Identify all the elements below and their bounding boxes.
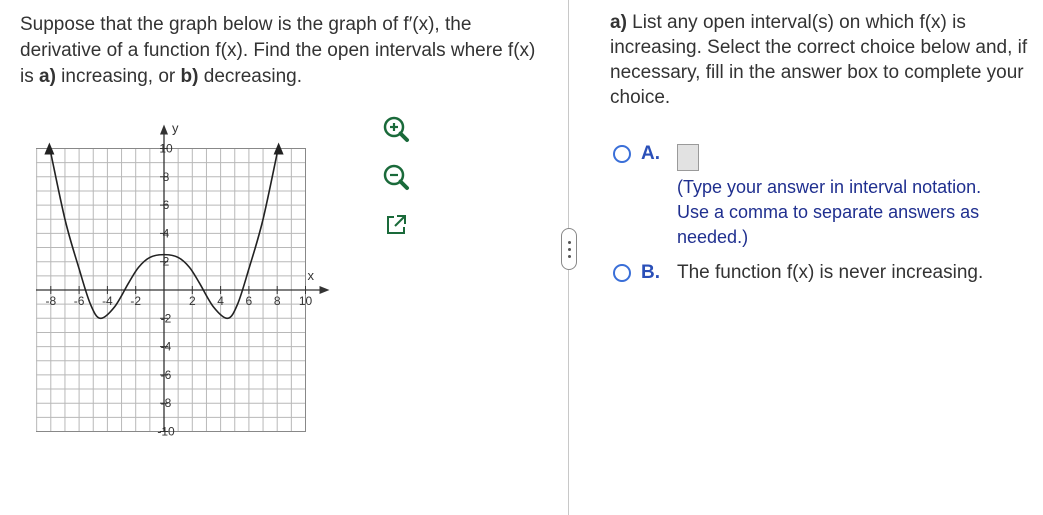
pane-resize-handle[interactable] [561,228,577,270]
question-part-b-text: decreasing. [198,66,302,87]
y-tick-label: 2 [163,255,170,269]
graph-tools [380,113,414,257]
part-a-text: List any open interval(s) on which f(x) … [610,12,1028,108]
x-tick-label: 8 [274,294,281,308]
x-tick-label: -6 [74,294,85,308]
x-axis-label: x [308,268,315,283]
y-tick-label: -2 [161,311,172,325]
x-tick-label: 2 [189,294,196,308]
y-tick-label: 8 [163,170,170,184]
graph-svg: -10-8-6-4-2246810108642-2-4-6-8-10 y x [36,121,330,439]
choice-a-hint: (Type your answer in interval notation. … [677,177,982,247]
x-tick-label: 4 [217,294,224,308]
y-tick-label: -10 [157,425,175,439]
y-tick-label: -4 [161,340,172,354]
question-part-b-label: b) [180,66,199,87]
question-part-a-text: increasing, or [55,66,181,87]
x-tick-label: -4 [102,294,113,308]
y-tick-label: -6 [161,368,172,382]
zoom-in-icon [383,116,409,142]
x-tick-label: 10 [299,294,313,308]
y-axis-arrow [160,124,168,135]
choice-b-letter: B. [641,262,660,283]
question-part-a-label: a) [39,66,56,87]
choice-b-text: The function f(x) is never increasing. [677,262,984,283]
zoom-out-button[interactable] [380,161,412,193]
part-a-prompt: a) List any open interval(s) on which f(… [610,10,1030,110]
question-text: Suppose that the graph below is the grap… [20,12,540,90]
x-axis-arrow [319,286,330,294]
derivative-graph: -10-8-6-4-2246810108642-2-4-6-8-10 y x [36,113,366,443]
zoom-in-button[interactable] [380,113,412,145]
external-link-icon [387,215,406,234]
zoom-out-icon [383,164,409,190]
x-tick-label: -8 [45,294,56,308]
y-axis-label: y [172,121,179,136]
choice-a-letter: A. [641,143,660,164]
choice-b-radio[interactable] [613,264,631,282]
graph-axes [36,124,330,432]
choice-a-radio[interactable] [613,145,631,163]
x-tick-label: -2 [130,294,141,308]
interval-answer-input[interactable] [677,144,699,171]
y-tick-label: 10 [159,142,173,156]
y-tick-label: 4 [163,226,170,240]
y-tick-label: 6 [163,198,170,212]
x-tick-label: 6 [246,294,253,308]
popout-button[interactable] [380,209,412,241]
part-a-label: a) [610,12,627,33]
y-tick-label: -8 [161,396,172,410]
